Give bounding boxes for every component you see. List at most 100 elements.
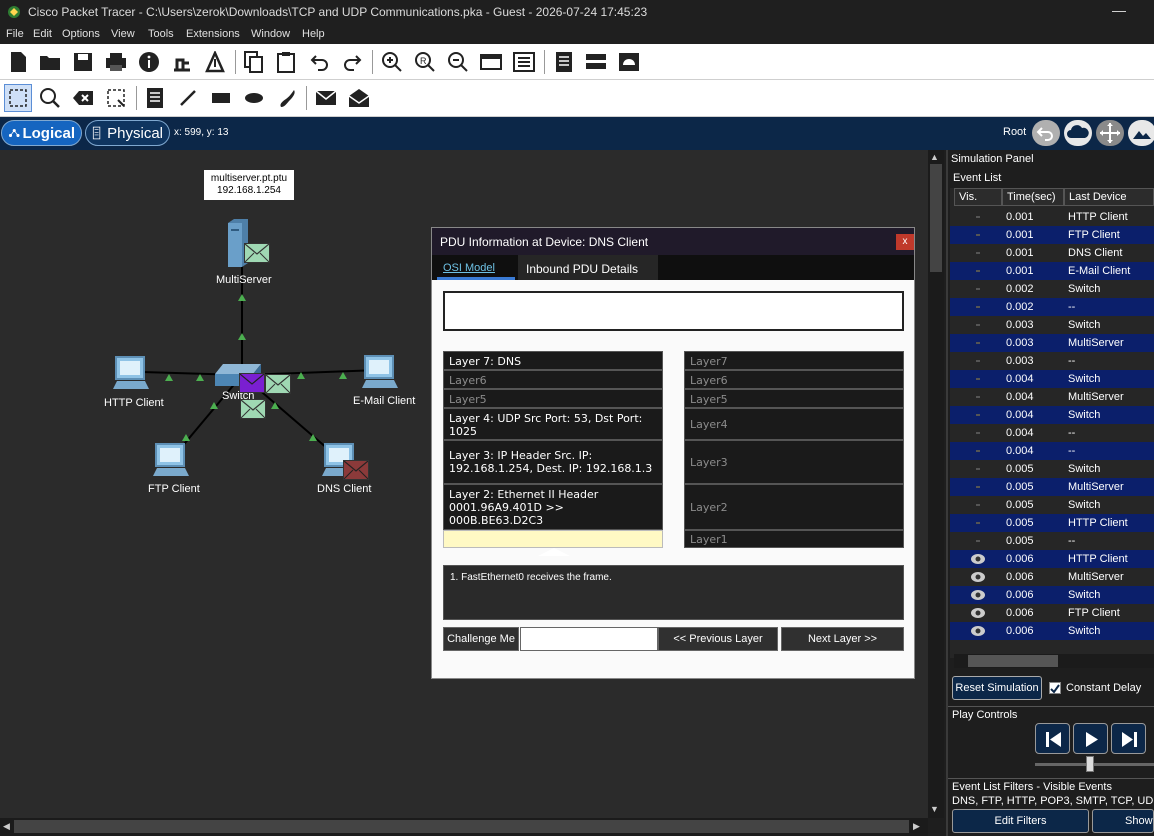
hidden-marker-icon[interactable]: [970, 337, 986, 349]
eye-icon[interactable]: [970, 607, 986, 619]
open-folder-icon[interactable]: [38, 50, 62, 74]
hidden-marker-icon[interactable]: [970, 283, 986, 295]
event-hscrollbar[interactable]: [954, 654, 1154, 668]
in-layer-5[interactable]: Layer5: [443, 389, 663, 408]
undo-icon[interactable]: [308, 50, 332, 74]
event-row[interactable]: 0.004 --: [950, 442, 1154, 460]
forward-step-button[interactable]: [1111, 723, 1146, 754]
minimize-button[interactable]: —: [1112, 2, 1126, 18]
menu-options[interactable]: Options: [62, 28, 100, 40]
challenge-me-button[interactable]: Challenge Me: [443, 627, 519, 651]
scroll-left-icon[interactable]: ◀: [3, 821, 10, 832]
cluster-icon[interactable]: [617, 50, 641, 74]
out-layer-6[interactable]: Layer6: [684, 370, 904, 389]
event-row[interactable]: 0.001 FTP Client: [950, 226, 1154, 244]
hidden-marker-icon[interactable]: [970, 517, 986, 529]
drawing-palette-icon[interactable]: [479, 50, 503, 74]
cluster-cloud-icon[interactable]: [1064, 120, 1092, 146]
physical-view-button[interactable]: Physical: [85, 120, 170, 146]
col-vis[interactable]: Vis.: [954, 188, 1002, 206]
eye-icon[interactable]: [970, 571, 986, 583]
reset-simulation-button[interactable]: Reset Simulation: [952, 676, 1042, 700]
rectangle-icon[interactable]: [209, 86, 233, 110]
event-row[interactable]: 0.003 --: [950, 352, 1154, 370]
save-icon[interactable]: [71, 50, 95, 74]
zoom-reset-icon[interactable]: R: [413, 50, 437, 74]
in-layer-4[interactable]: Layer 4: UDP Src Port: 53, Dst Port: 102…: [443, 408, 663, 440]
event-row[interactable]: 0.001 HTTP Client: [950, 208, 1154, 226]
select-icon[interactable]: [4, 84, 32, 112]
delete-icon[interactable]: [71, 86, 95, 110]
eye-icon[interactable]: [970, 589, 986, 601]
print-icon[interactable]: [104, 50, 128, 74]
activity-wizard-icon[interactable]: [203, 50, 227, 74]
menu-view[interactable]: View: [111, 28, 135, 40]
note-icon[interactable]: [143, 86, 167, 110]
horizontal-scrollbar[interactable]: ◀ ▶: [0, 818, 928, 836]
event-row[interactable]: 0.006 Switch: [950, 586, 1154, 604]
email-client-device[interactable]: [362, 354, 398, 393]
event-row[interactable]: 0.006 MultiServer: [950, 568, 1154, 586]
zoom-out-icon[interactable]: [446, 50, 470, 74]
event-row[interactable]: 0.004 MultiServer: [950, 388, 1154, 406]
device-list-icon[interactable]: [584, 50, 608, 74]
edit-filters-button[interactable]: Edit Filters: [952, 809, 1089, 833]
line-icon[interactable]: [176, 86, 200, 110]
event-row[interactable]: 0.006 HTTP Client: [950, 550, 1154, 568]
pdu-information-window[interactable]: PDU Information at Device: DNS Client x …: [431, 227, 915, 679]
scroll-right-icon[interactable]: ▶: [913, 821, 920, 832]
out-layer-5[interactable]: Layer5: [684, 389, 904, 408]
eye-icon[interactable]: [970, 553, 986, 565]
event-row[interactable]: 0.004 --: [950, 424, 1154, 442]
event-row[interactable]: 0.004 Switch: [950, 370, 1154, 388]
scroll-thumb[interactable]: [930, 164, 942, 272]
hidden-marker-icon[interactable]: [970, 373, 986, 385]
in-layer-2[interactable]: Layer 2: Ethernet II Header 0001.96A9.40…: [443, 484, 663, 530]
scroll-thumb[interactable]: [14, 820, 909, 833]
speed-slider-handle[interactable]: [1086, 756, 1094, 772]
constant-delay-checkbox[interactable]: [1049, 682, 1061, 694]
speed-slider[interactable]: [1035, 763, 1154, 766]
http-client-device[interactable]: [113, 355, 149, 394]
hidden-marker-icon[interactable]: [970, 535, 986, 547]
scroll-thumb[interactable]: [968, 655, 1058, 667]
back-step-button[interactable]: [1035, 723, 1070, 754]
pdu-envelope-icon[interactable]: [343, 460, 369, 480]
event-row[interactable]: 0.003 MultiServer: [950, 334, 1154, 352]
hidden-marker-icon[interactable]: [970, 499, 986, 511]
event-row[interactable]: 0.005 --: [950, 532, 1154, 550]
col-last-device[interactable]: Last Device: [1064, 188, 1154, 206]
notes-icon[interactable]: [552, 50, 576, 74]
event-row[interactable]: 0.005 Switch: [950, 496, 1154, 514]
hidden-marker-icon[interactable]: [970, 481, 986, 493]
custom-device-icon[interactable]: [512, 50, 536, 74]
previous-layer-button[interactable]: << Previous Layer: [658, 627, 778, 651]
pdu-envelope-icon[interactable]: [240, 399, 266, 419]
ellipse-icon[interactable]: [242, 86, 266, 110]
event-row[interactable]: 0.006 FTP Client: [950, 604, 1154, 622]
menu-extensions[interactable]: Extensions: [186, 28, 240, 40]
inspect-icon[interactable]: [38, 86, 62, 110]
hidden-marker-icon[interactable]: [970, 355, 986, 367]
vertical-scrollbar[interactable]: ▲ ▼: [928, 150, 944, 818]
scroll-up-icon[interactable]: ▲: [930, 152, 939, 162]
hidden-marker-icon[interactable]: [970, 229, 986, 241]
event-row[interactable]: 0.003 Switch: [950, 316, 1154, 334]
logical-view-button[interactable]: Logical: [1, 120, 82, 146]
show-button[interactable]: Show: [1092, 809, 1154, 833]
out-layer-1[interactable]: Layer1: [684, 530, 904, 548]
hidden-marker-icon[interactable]: [970, 391, 986, 403]
hidden-marker-icon[interactable]: [970, 445, 986, 457]
hidden-marker-icon[interactable]: [970, 247, 986, 259]
background-image-icon[interactable]: [1128, 120, 1154, 146]
hidden-marker-icon[interactable]: [970, 409, 986, 421]
menu-help[interactable]: Help: [302, 28, 325, 40]
redo-icon[interactable]: [340, 50, 364, 74]
info-icon[interactable]: [137, 50, 161, 74]
in-layer-1-selected[interactable]: Layer 1: Port FastEthernet0: [443, 530, 663, 548]
hidden-marker-icon[interactable]: [970, 265, 986, 277]
hidden-marker-icon[interactable]: [970, 427, 986, 439]
zoom-in-icon[interactable]: [380, 50, 404, 74]
pdu-envelope-icon[interactable]: [239, 373, 265, 393]
event-row[interactable]: 0.004 Switch: [950, 406, 1154, 424]
